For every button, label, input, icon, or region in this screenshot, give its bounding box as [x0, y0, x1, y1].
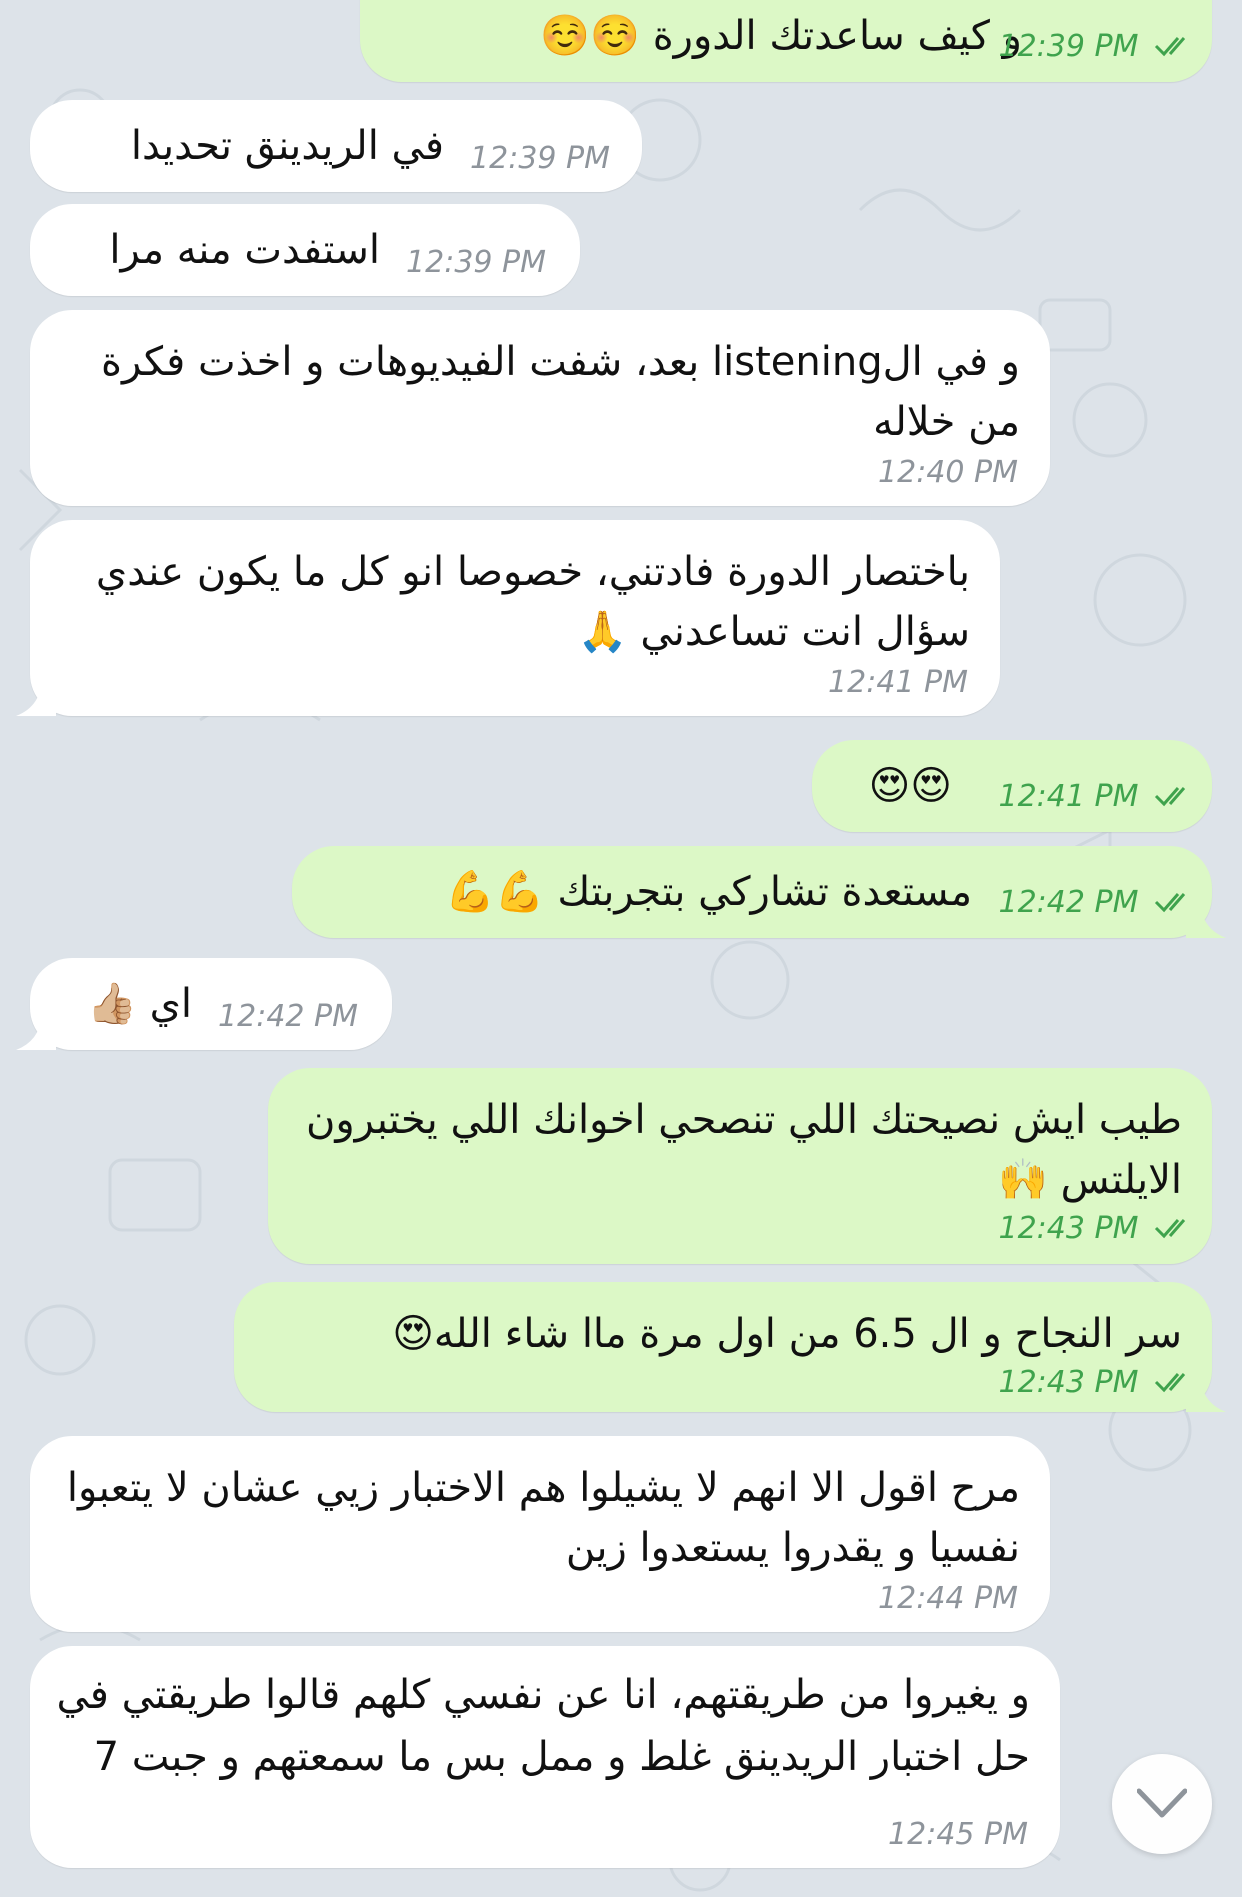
- message-text: اي 👍🏼: [87, 981, 192, 1027]
- message-time: 12:39 PM: [470, 141, 610, 176]
- message-time: 12:42 PM: [998, 885, 1196, 920]
- message-outgoing[interactable]: مستعدة تشاركي بتجربتك 💪💪 12:42 PM: [292, 846, 1226, 938]
- message-text: باختصار الدورة فادتني، خصوصا انو كل ما ي…: [83, 549, 970, 655]
- double-check-icon: [1154, 1219, 1186, 1239]
- message-time-label: 12:43 PM: [998, 1365, 1139, 1400]
- bubble-tail: [1186, 898, 1226, 938]
- message-time: 12:43 PM: [998, 1365, 1196, 1400]
- message-incoming[interactable]: في الريدينق تحديدا 12:39 PM: [30, 100, 642, 192]
- double-check-icon: [1154, 37, 1186, 57]
- message-time-label: 12:39 PM: [998, 29, 1139, 64]
- message-text: في الريدينق تحديدا: [130, 123, 444, 169]
- message-outgoing[interactable]: و كيف ساعدتك الدورة ☺️☺️ 12:39 PM: [360, 0, 1212, 82]
- chevron-down-icon: [1137, 1788, 1187, 1818]
- message-incoming[interactable]: و يغيروا من طريقتهم، انا عن نفسي كلهم قا…: [30, 1646, 1060, 1868]
- message-text: و في الlistening بعد، شفت الفيديوهات و ا…: [88, 339, 1020, 445]
- message-incoming[interactable]: باختصار الدورة فادتني، خصوصا انو كل ما ي…: [16, 520, 1000, 716]
- message-time: 12:39 PM: [406, 245, 546, 280]
- message-outgoing[interactable]: طيب ايش نصيحتك اللي تنصحي اخوانك اللي يخ…: [268, 1068, 1212, 1264]
- message-outgoing[interactable]: سر النجاح و ال 6.5 من اول مرة ماا شاء ال…: [234, 1282, 1226, 1412]
- message-time: 12:45 PM: [888, 1817, 1028, 1852]
- scroll-to-bottom-button[interactable]: [1112, 1754, 1212, 1854]
- bubble-tail: [16, 676, 56, 716]
- message-text: طيب ايش نصيحتك اللي تنصحي اخوانك اللي يخ…: [293, 1097, 1182, 1203]
- message-time: 12:43 PM: [998, 1211, 1196, 1246]
- message-text: و يغيروا من طريقتهم، انا عن نفسي كلهم قا…: [43, 1672, 1030, 1780]
- message-time: 12:40 PM: [878, 455, 1018, 490]
- message-time: 12:39 PM: [998, 29, 1196, 64]
- message-time-label: 12:41 PM: [998, 779, 1139, 814]
- message-text: استفدت منه مرا: [109, 227, 380, 273]
- message-time-label: 12:42 PM: [998, 885, 1139, 920]
- bubble-tail: [16, 1010, 56, 1050]
- bubble-tail: [1186, 1372, 1226, 1412]
- message-incoming[interactable]: مرح اقول الا انهم لا يشيلوا هم الاختبار …: [30, 1436, 1050, 1632]
- message-text: سر النجاح و ال 6.5 من اول مرة ماا شاء ال…: [392, 1311, 1182, 1357]
- message-time: 12:41 PM: [828, 665, 968, 700]
- message-time: 12:41 PM: [998, 779, 1196, 814]
- message-incoming[interactable]: اي 👍🏼 12:42 PM: [16, 958, 392, 1050]
- message-time-label: 12:43 PM: [998, 1211, 1139, 1246]
- message-incoming[interactable]: و في الlistening بعد، شفت الفيديوهات و ا…: [30, 310, 1050, 506]
- double-check-icon: [1154, 787, 1186, 807]
- message-outgoing[interactable]: 😍😍 12:41 PM: [812, 740, 1212, 832]
- message-text: 😍😍: [868, 763, 952, 809]
- message-text: و كيف ساعدتك الدورة ☺️☺️: [540, 13, 1022, 59]
- message-text: مستعدة تشاركي بتجربتك 💪💪: [445, 869, 972, 915]
- message-time: 12:44 PM: [878, 1581, 1018, 1616]
- message-incoming[interactable]: استفدت منه مرا 12:39 PM: [30, 204, 580, 296]
- message-text: مرح اقول الا انهم لا يشيلوا هم الاختبار …: [54, 1465, 1020, 1571]
- message-time: 12:42 PM: [218, 999, 358, 1034]
